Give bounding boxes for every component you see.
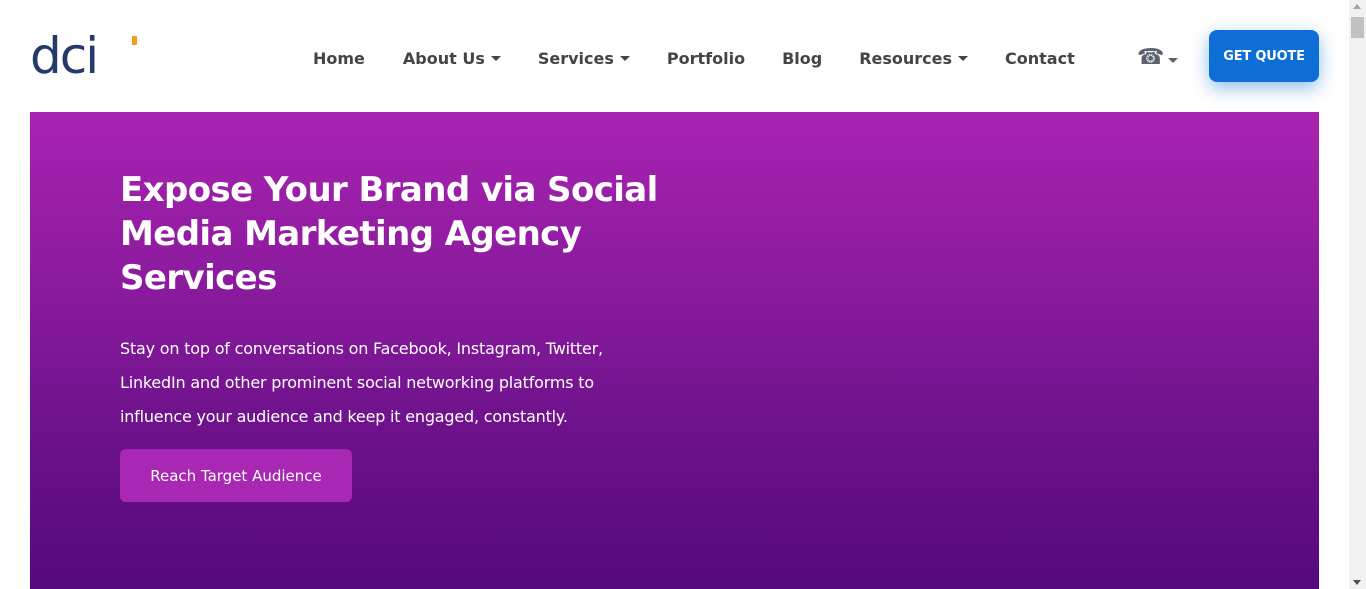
scroll-thumb[interactable] (1351, 17, 1364, 38)
chevron-down-icon (619, 56, 630, 61)
hero-title: Expose Your Brand via Social Media Marke… (120, 170, 658, 298)
nav-contact[interactable]: Contact (1005, 49, 1075, 68)
chevron-down-icon (958, 56, 969, 61)
reach-target-audience-button[interactable]: Reach Target Audience (120, 449, 352, 502)
hero-description: Stay on top of conversations on Facebook… (120, 339, 603, 426)
nav-home[interactable]: Home (313, 49, 365, 68)
site-header: dci Home About Us Services Portfolio Blo… (0, 0, 1349, 112)
dci-logo[interactable]: dci (30, 31, 139, 81)
logo-text: dci (30, 27, 99, 85)
scroll-up-arrow-icon[interactable] (1353, 4, 1361, 9)
main-nav: Home About Us Services Portfolio Blog Re… (313, 46, 1075, 70)
phone-icon: ☎ (1137, 45, 1165, 70)
logo-accent-dot (132, 36, 137, 45)
get-quote-button[interactable]: GET QUOTE (1209, 30, 1319, 82)
page-scrollbar[interactable] (1349, 0, 1366, 589)
scroll-down-arrow-icon[interactable] (1353, 580, 1361, 585)
nav-services[interactable]: Services (538, 49, 630, 68)
nav-blog[interactable]: Blog (782, 49, 822, 68)
nav-about-us[interactable]: About Us (403, 49, 501, 68)
phone-dropdown[interactable]: ☎ (1137, 45, 1179, 70)
chevron-down-icon (1168, 57, 1179, 63)
hero-banner: Expose Your Brand via Social Media Marke… (30, 112, 1319, 589)
chevron-down-icon (490, 56, 501, 61)
nav-portfolio[interactable]: Portfolio (667, 49, 745, 68)
nav-resources[interactable]: Resources (859, 49, 969, 68)
